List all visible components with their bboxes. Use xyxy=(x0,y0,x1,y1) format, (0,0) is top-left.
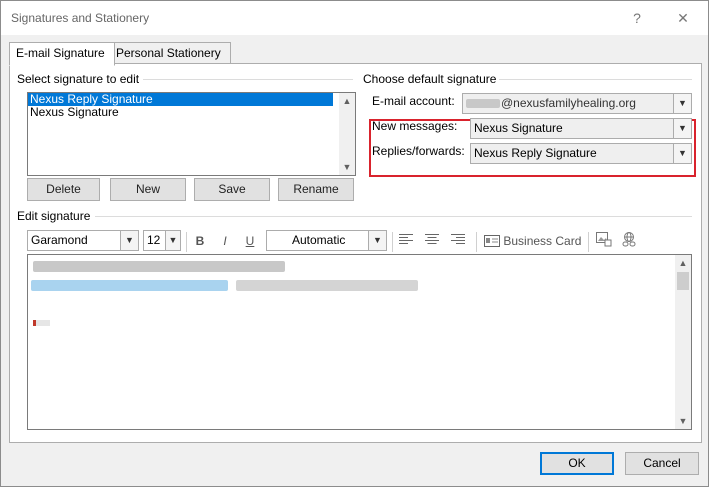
list-item[interactable]: Nexus Signature xyxy=(28,106,355,119)
chevron-down-icon[interactable]: ▼ xyxy=(673,119,691,138)
edit-signature-label: Edit signature xyxy=(17,209,91,223)
close-button[interactable]: ✕ xyxy=(672,8,694,28)
redacted-text xyxy=(33,261,285,272)
group-divider xyxy=(499,79,692,80)
signatures-dialog: Signatures and Stationery ? ✕ E-mail Sig… xyxy=(0,0,709,487)
tab-email-signature[interactable]: E-mail Signature xyxy=(9,42,115,66)
group-divider xyxy=(95,216,692,217)
list-scrollbar[interactable]: ▲ ▼ xyxy=(339,93,355,175)
replies-forwards-label: Replies/forwards: xyxy=(372,144,465,158)
tab-personal-stationery[interactable]: Personal Stationery xyxy=(109,42,231,65)
toolbar-separator xyxy=(392,232,393,252)
dialog-title: Signatures and Stationery xyxy=(11,11,150,25)
chevron-down-icon[interactable]: ▼ xyxy=(165,231,180,250)
align-left-icon[interactable] xyxy=(398,232,414,251)
font-size-dropdown[interactable]: 12 ▼ xyxy=(143,230,181,251)
font-size-value: 12 xyxy=(147,233,161,247)
email-account-label: E-mail account: xyxy=(372,94,455,108)
new-messages-value: Nexus Signature xyxy=(474,121,563,135)
rename-button[interactable]: Rename xyxy=(278,178,354,201)
tab-panel: Select signature to edit Nexus Reply Sig… xyxy=(9,63,702,443)
scroll-thumb[interactable] xyxy=(677,272,689,290)
select-signature-label: Select signature to edit xyxy=(17,72,140,86)
chevron-down-icon[interactable]: ▼ xyxy=(673,94,691,113)
default-signature-label: Choose default signature xyxy=(363,72,497,86)
scroll-up-arrow-icon[interactable]: ▲ xyxy=(675,255,691,271)
email-account-dropdown[interactable]: @nexusfamilyhealing.org ▼ xyxy=(462,93,692,114)
chevron-down-icon[interactable]: ▼ xyxy=(673,144,691,163)
scroll-down-arrow-icon[interactable]: ▼ xyxy=(339,159,355,175)
email-account-value: @nexusfamilyhealing.org xyxy=(501,96,636,110)
font-color-value: Automatic xyxy=(292,233,346,247)
new-button[interactable]: New xyxy=(110,178,186,201)
font-value: Garamond xyxy=(31,233,88,247)
align-right-icon[interactable] xyxy=(450,232,466,251)
signature-editor[interactable]: ▲ ▼ xyxy=(27,254,692,430)
redacted-link xyxy=(31,280,228,291)
group-divider xyxy=(143,79,353,80)
font-dropdown[interactable]: Garamond ▼ xyxy=(27,230,139,251)
ok-button[interactable]: OK xyxy=(540,452,614,475)
business-card-button[interactable]: Business Card xyxy=(484,232,582,251)
italic-button[interactable]: I xyxy=(217,232,233,251)
new-messages-label: New messages: xyxy=(372,119,458,133)
redacted-text xyxy=(466,99,500,108)
signature-list[interactable]: Nexus Reply Signature Nexus Signature ▲ … xyxy=(27,92,356,176)
scroll-up-arrow-icon[interactable]: ▲ xyxy=(339,93,355,109)
scroll-down-arrow-icon[interactable]: ▼ xyxy=(675,413,691,429)
chevron-down-icon[interactable]: ▼ xyxy=(368,231,386,250)
save-button[interactable]: Save xyxy=(194,178,270,201)
editor-scrollbar[interactable]: ▲ ▼ xyxy=(675,255,691,429)
logo-image xyxy=(33,320,50,326)
business-card-icon xyxy=(484,235,500,247)
bold-button[interactable]: B xyxy=(192,232,208,251)
hyperlink-icon[interactable] xyxy=(620,232,638,251)
new-messages-dropdown[interactable]: Nexus Signature ▼ xyxy=(470,118,692,139)
insert-picture-icon[interactable] xyxy=(595,232,613,251)
replies-forwards-dropdown[interactable]: Nexus Reply Signature ▼ xyxy=(470,143,692,164)
underline-button[interactable]: U xyxy=(242,232,258,251)
toolbar-separator xyxy=(186,232,187,252)
align-center-icon[interactable] xyxy=(424,232,440,251)
font-color-dropdown[interactable]: Automatic ▼ xyxy=(266,230,387,251)
redacted-text xyxy=(236,280,418,291)
business-card-label: Business Card xyxy=(503,234,582,248)
chevron-down-icon[interactable]: ▼ xyxy=(120,231,138,250)
cancel-button[interactable]: Cancel xyxy=(625,452,699,475)
title-bar: Signatures and Stationery ? ✕ xyxy=(1,1,708,35)
toolbar-separator xyxy=(588,232,589,252)
help-button[interactable]: ? xyxy=(626,8,648,28)
delete-button[interactable]: Delete xyxy=(27,178,100,201)
replies-forwards-value: Nexus Reply Signature xyxy=(474,146,597,160)
toolbar-separator xyxy=(476,232,477,252)
